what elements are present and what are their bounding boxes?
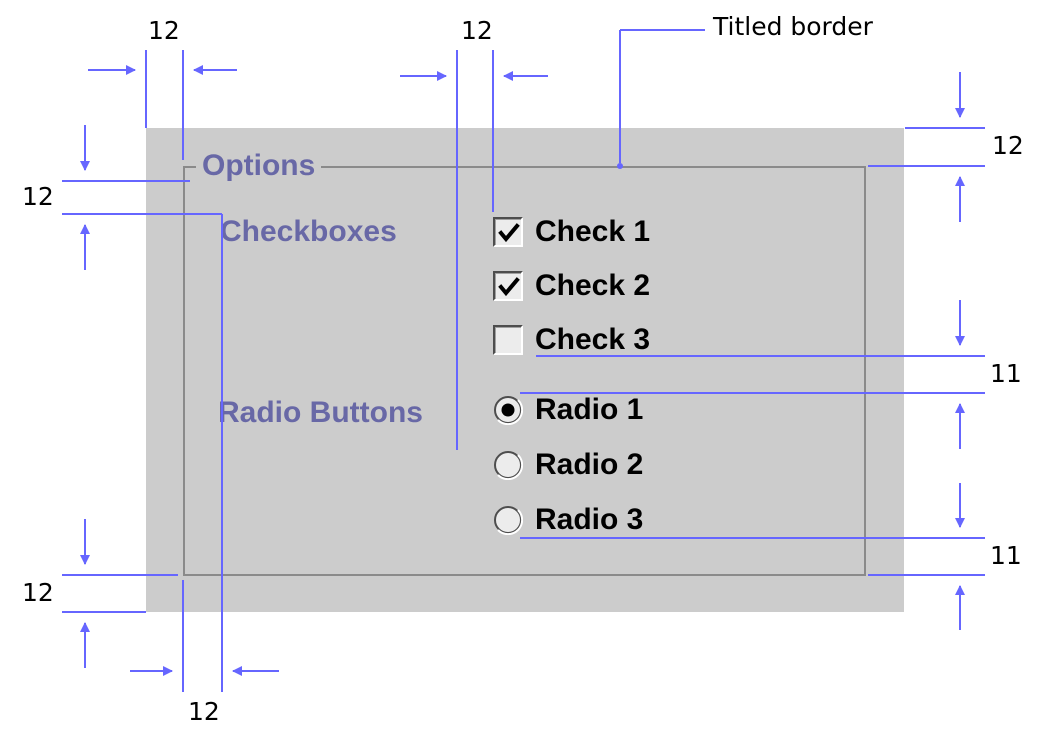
spacing-label-after-checkboxes: 11 [990,359,1022,388]
spacing-label-right-top: 12 [992,131,1024,160]
spacing-label-top-middle: 12 [461,16,493,45]
layout-spec-diagram: Options Checkboxes Radio Buttons Check 1… [0,0,1048,729]
spacing-label-left: 12 [22,182,54,211]
spacing-label-bottom-left: 12 [22,578,54,607]
titled-border-callout: Titled border [713,12,873,41]
spacing-label-bottom: 12 [188,697,220,726]
spacing-annotations [62,29,985,692]
leader-dot [617,163,623,169]
spacing-label-after-radios: 11 [990,541,1022,570]
spacing-label-top-left: 12 [148,16,180,45]
